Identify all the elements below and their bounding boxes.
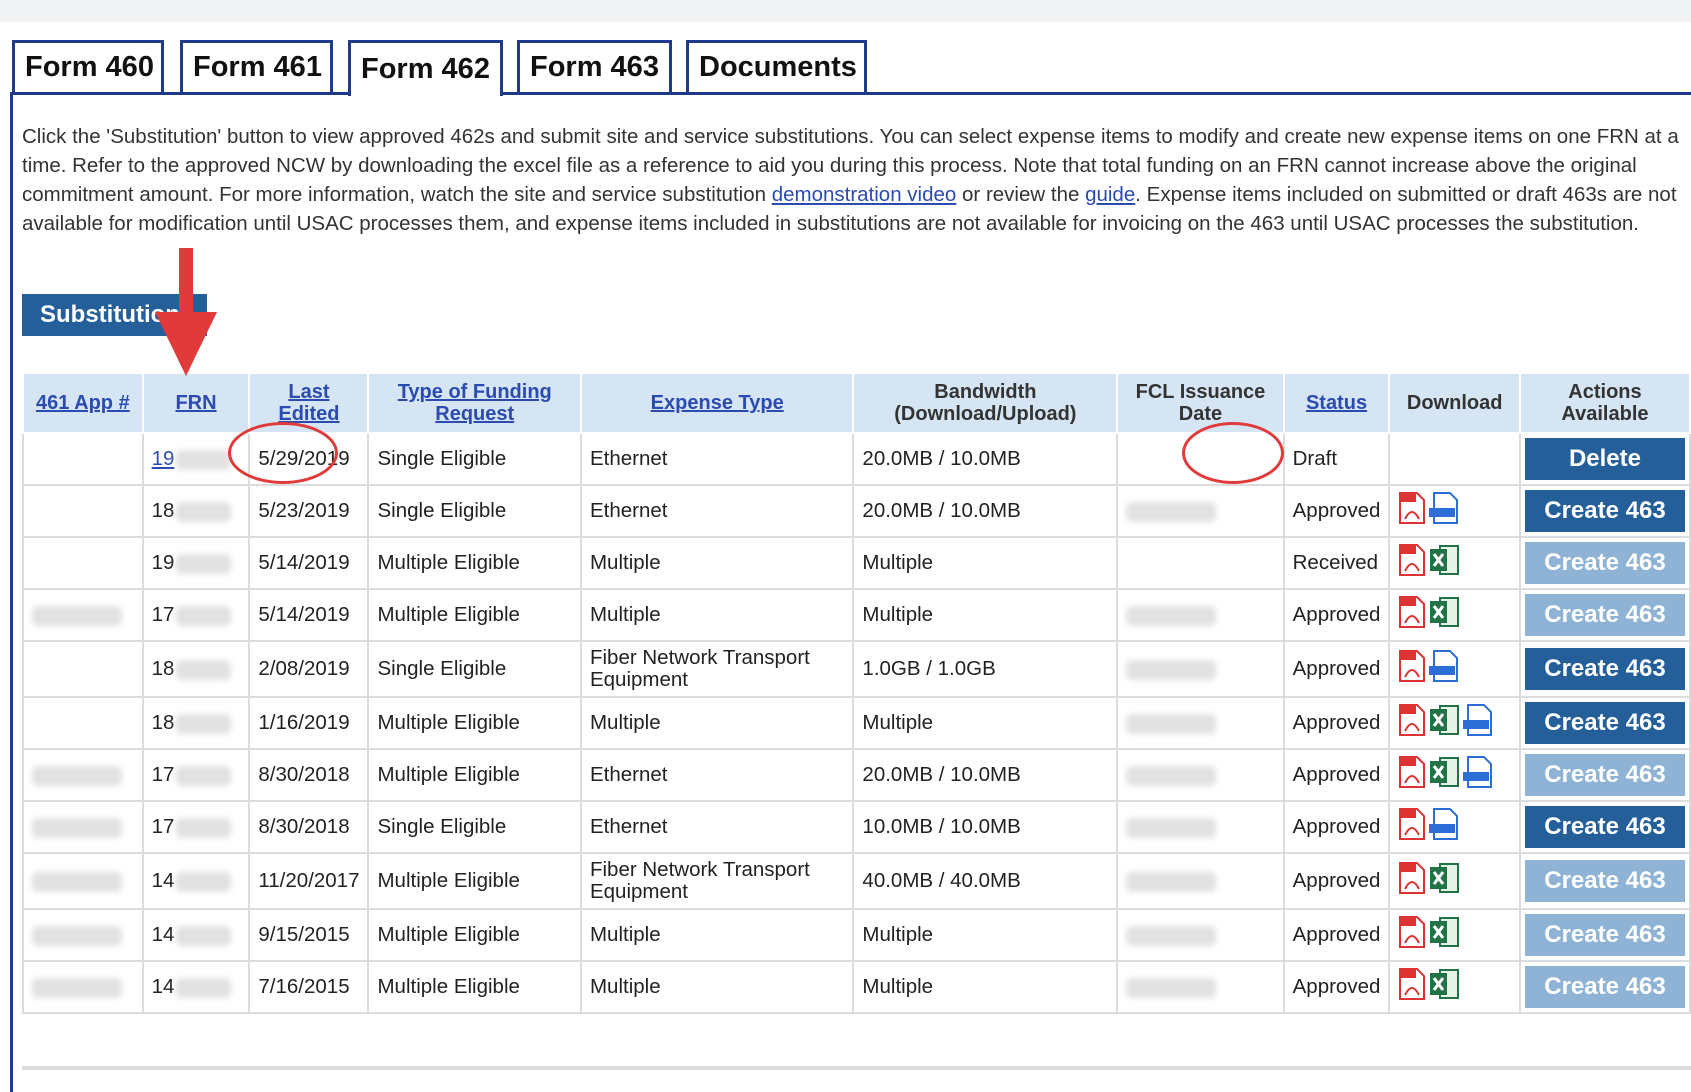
tab-form-462[interactable]: Form 462	[348, 40, 503, 96]
top-bar	[0, 0, 1691, 22]
tab-panel-border	[10, 92, 1691, 1092]
tab-documents[interactable]: Documents	[686, 40, 867, 92]
tab-form-463[interactable]: Form 463	[517, 40, 672, 92]
tab-form-461[interactable]: Form 461	[180, 40, 333, 92]
red-arrow-annotation	[155, 248, 217, 376]
tab-form-460[interactable]: Form 460	[12, 40, 164, 92]
